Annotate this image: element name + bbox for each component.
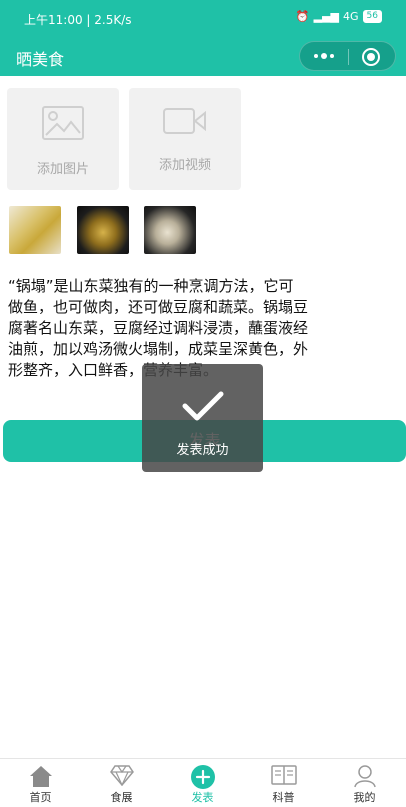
success-toast: 发表成功 bbox=[142, 364, 263, 472]
tab-label: 科普 bbox=[272, 791, 295, 804]
video-icon bbox=[129, 106, 241, 136]
image-icon bbox=[7, 106, 119, 140]
tab-bar: 首页 食展 发表 科普 我的 bbox=[0, 758, 406, 807]
tab-science[interactable]: 科普 bbox=[243, 759, 324, 807]
tab-label: 发表 bbox=[191, 791, 214, 804]
user-icon bbox=[324, 764, 405, 788]
capsule-divider bbox=[348, 49, 349, 65]
tab-publish[interactable]: 发表 bbox=[162, 759, 243, 807]
battery-icon: 56 bbox=[362, 10, 382, 23]
tab-label: 食展 bbox=[110, 791, 133, 804]
food-photo-thumbnail[interactable] bbox=[9, 206, 61, 254]
checkmark-icon bbox=[142, 390, 263, 422]
diamond-icon bbox=[81, 764, 162, 788]
status-bar: 上午11:00 | 2.5K/s ⏰ ▂▄▆ 4G 56 bbox=[0, 0, 406, 36]
mini-program-capsule bbox=[299, 41, 396, 71]
tab-food-show[interactable]: 食展 bbox=[81, 759, 162, 807]
alarm-icon: ⏰ bbox=[295, 10, 310, 23]
add-video-button[interactable]: 添加视频 bbox=[129, 88, 241, 190]
status-time: 上午11:00 | 2.5K/s bbox=[24, 13, 132, 27]
page-title: 晒美食 bbox=[16, 50, 65, 69]
add-image-button[interactable]: 添加图片 bbox=[7, 88, 119, 190]
add-video-label: 添加视频 bbox=[158, 158, 211, 173]
more-icon[interactable] bbox=[300, 42, 348, 70]
food-photo-thumbnail[interactable] bbox=[77, 206, 129, 254]
tab-label: 我的 bbox=[353, 791, 376, 804]
tab-mine[interactable]: 我的 bbox=[324, 759, 405, 807]
status-icons: ⏰ ▂▄▆ 4G 56 bbox=[296, 10, 382, 23]
close-icon[interactable] bbox=[362, 48, 380, 66]
toast-text: 发表成功 bbox=[176, 443, 229, 458]
plus-circle-icon bbox=[162, 764, 243, 789]
network-type: 4G bbox=[343, 10, 359, 23]
add-image-label: 添加图片 bbox=[36, 162, 89, 177]
tab-label: 首页 bbox=[29, 791, 52, 804]
food-photo-thumbnail[interactable] bbox=[144, 206, 196, 254]
signal-icon: ▂▄▆ bbox=[313, 10, 340, 23]
book-icon bbox=[243, 764, 324, 788]
tab-home[interactable]: 首页 bbox=[0, 759, 81, 807]
home-icon bbox=[0, 764, 81, 788]
